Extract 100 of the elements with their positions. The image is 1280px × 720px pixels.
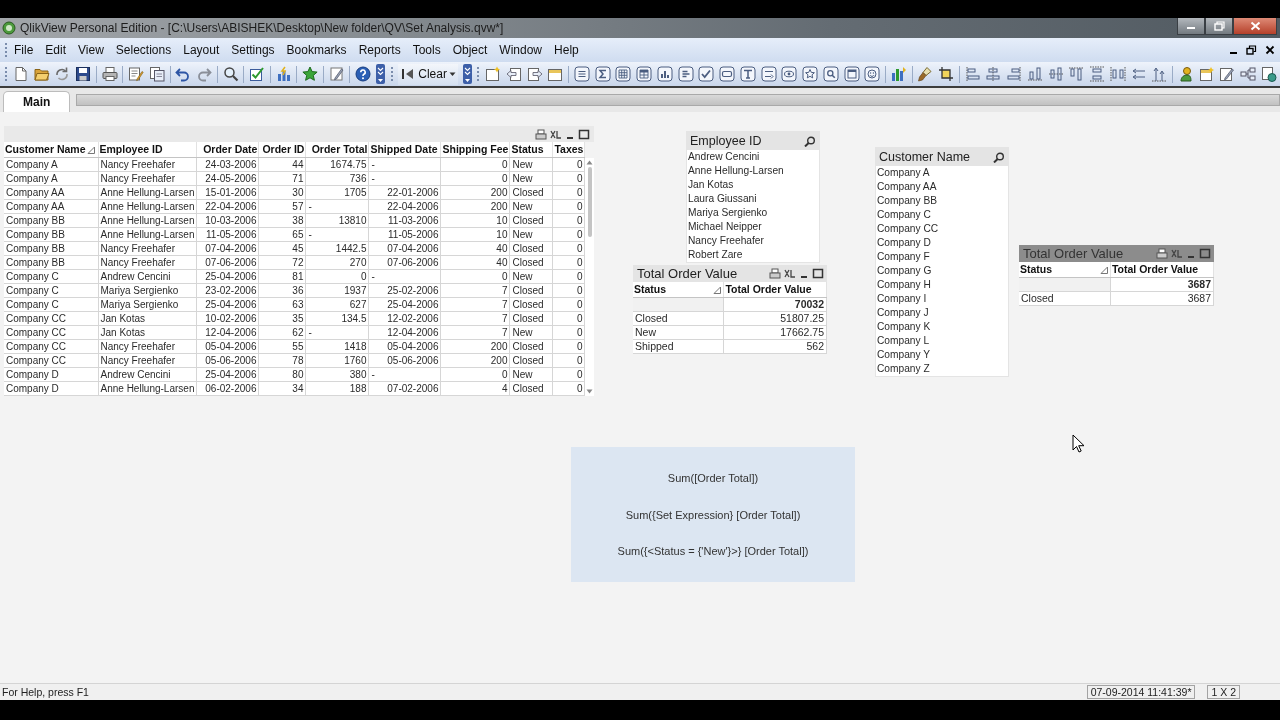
- toolbar-options-icon[interactable]: [375, 64, 385, 84]
- printer-icon[interactable]: [101, 66, 118, 82]
- new-document-icon[interactable]: [12, 66, 29, 82]
- list-item[interactable]: Company F: [876, 250, 1008, 264]
- color-bars-icon[interactable]: [890, 66, 907, 82]
- clear-button[interactable]: Clear: [398, 63, 458, 85]
- column-header[interactable]: Order Date: [196, 142, 259, 157]
- arrows-up-icon[interactable]: [1151, 66, 1168, 82]
- list-item[interactable]: Company AA: [876, 180, 1008, 194]
- crop-icon[interactable]: [938, 66, 955, 82]
- user-icon[interactable]: [1177, 66, 1194, 82]
- list-item[interactable]: Company CC: [876, 222, 1008, 236]
- list-item[interactable]: Company K: [876, 320, 1008, 334]
- folder-icon[interactable]: [33, 66, 50, 82]
- network-icon[interactable]: [1240, 66, 1257, 82]
- star-icon[interactable]: [302, 66, 318, 82]
- menu-item[interactable]: Bookmarks: [280, 43, 353, 57]
- column-header[interactable]: Shipped Date: [368, 142, 441, 157]
- menu-item[interactable]: Edit: [39, 43, 73, 57]
- list-item[interactable]: Company C: [876, 208, 1008, 222]
- smiley-icon[interactable]: [864, 66, 881, 82]
- xl-icon[interactable]: [784, 268, 796, 279]
- close-button[interactable]: [1233, 18, 1277, 35]
- grid-icon[interactable]: [615, 66, 632, 82]
- sheet-right-arrow-icon[interactable]: [526, 66, 543, 82]
- list-item[interactable]: Company A: [876, 166, 1008, 180]
- minimize-button[interactable]: [1177, 18, 1205, 35]
- button-shape-icon[interactable]: [719, 66, 736, 82]
- list-item[interactable]: Jan Kotas: [687, 178, 819, 192]
- column-header[interactable]: Total Order Value: [1110, 262, 1214, 277]
- align-middle-icon[interactable]: [1047, 66, 1064, 82]
- check-icon[interactable]: [698, 66, 715, 82]
- lines-icon[interactable]: [677, 66, 694, 82]
- menu-item[interactable]: Selections: [109, 43, 178, 57]
- menu-item[interactable]: Object: [446, 43, 494, 57]
- list-item[interactable]: Company Z: [876, 362, 1008, 376]
- arrows-left-icon[interactable]: [1130, 66, 1147, 82]
- menu-item[interactable]: Reports: [352, 43, 407, 57]
- list-item[interactable]: Company D: [876, 236, 1008, 250]
- spread-vertical-icon[interactable]: [1089, 66, 1106, 82]
- maximize-icon[interactable]: [578, 128, 591, 140]
- document-globe-icon[interactable]: [1260, 66, 1277, 82]
- menu-item[interactable]: View: [72, 43, 110, 57]
- scrollbar[interactable]: [585, 158, 595, 396]
- print-icon[interactable]: [1156, 248, 1168, 259]
- scroll-down-icon[interactable]: [586, 389, 594, 394]
- align-top-icon[interactable]: [1068, 66, 1085, 82]
- documents-icon[interactable]: [148, 66, 165, 82]
- search-icon[interactable]: [804, 135, 815, 147]
- list-icon[interactable]: [573, 66, 590, 82]
- align-right-icon[interactable]: [1006, 66, 1023, 82]
- frame-icon[interactable]: [843, 66, 860, 82]
- restore-icon[interactable]: [1246, 45, 1257, 55]
- list-item[interactable]: Company H: [876, 278, 1008, 292]
- column-header[interactable]: Order ID: [258, 142, 306, 157]
- menu-item[interactable]: Window: [493, 43, 549, 57]
- list-item[interactable]: Mariya Sergienko: [687, 206, 819, 220]
- arrow-lines-icon[interactable]: [760, 66, 777, 82]
- list-item[interactable]: Anne Hellung-Larsen: [687, 164, 819, 178]
- maximize-icon[interactable]: [812, 268, 824, 279]
- menu-item[interactable]: Settings: [225, 43, 281, 57]
- print-icon[interactable]: [535, 128, 548, 140]
- search-icon[interactable]: [222, 66, 239, 82]
- column-header[interactable]: Status: [633, 282, 724, 297]
- align-center-icon[interactable]: [985, 66, 1002, 82]
- menu-item[interactable]: Tools: [406, 43, 447, 57]
- menu-item[interactable]: Layout: [177, 43, 226, 57]
- menu-item[interactable]: File: [8, 43, 40, 57]
- align-bottom-icon[interactable]: [1026, 66, 1043, 82]
- new-sheet-icon[interactable]: [485, 66, 502, 82]
- list-item[interactable]: Andrew Cencini: [687, 150, 819, 164]
- reload-icon[interactable]: [54, 66, 71, 82]
- bar-chart-icon[interactable]: [656, 66, 673, 82]
- list-item[interactable]: Company L: [876, 334, 1008, 348]
- toolbar-options-icon[interactable]: [462, 64, 472, 84]
- column-header[interactable]: Employee ID: [98, 142, 197, 157]
- print-icon[interactable]: [769, 268, 781, 279]
- star-icon[interactable]: [802, 66, 819, 82]
- column-header[interactable]: Taxes: [552, 142, 585, 157]
- scroll-thumb[interactable]: [587, 167, 592, 237]
- eye-icon[interactable]: [781, 66, 798, 82]
- list-item[interactable]: Nancy Freehafer: [687, 234, 819, 248]
- brush-icon[interactable]: [917, 66, 934, 82]
- column-header[interactable]: Shipping Fee: [440, 142, 510, 157]
- toolbar-grip-icon[interactable]: [476, 66, 481, 82]
- align-left-icon[interactable]: [964, 66, 981, 82]
- list-item[interactable]: Company I: [876, 292, 1008, 306]
- list-item[interactable]: Company BB: [876, 194, 1008, 208]
- list-item[interactable]: Michael Neipper: [687, 220, 819, 234]
- list-item[interactable]: Company J: [876, 306, 1008, 320]
- sheet-tab[interactable]: Main: [3, 91, 71, 112]
- table-icon[interactable]: [636, 66, 653, 82]
- column-header[interactable]: Order Total: [305, 142, 369, 157]
- spread-horizontal-icon[interactable]: [1109, 66, 1126, 82]
- toolbar-grip-icon[interactable]: [389, 66, 394, 82]
- edit-note-icon[interactable]: [1219, 66, 1236, 82]
- bar-chart-icon[interactable]: [275, 66, 292, 82]
- sigma-icon[interactable]: [594, 66, 611, 82]
- checkbox-icon[interactable]: [249, 66, 265, 82]
- sheet-properties-icon[interactable]: [547, 66, 564, 82]
